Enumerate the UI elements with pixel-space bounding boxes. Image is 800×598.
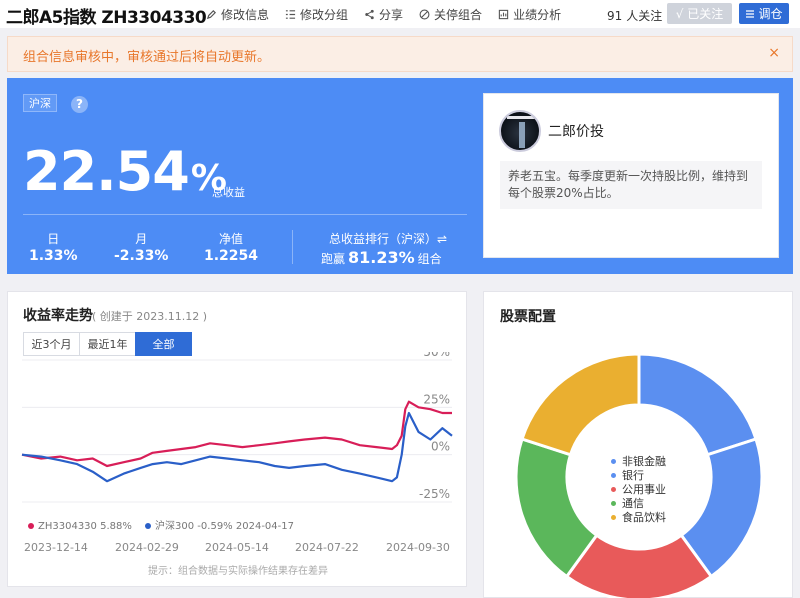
performance-analysis-label: 业绩分析: [513, 8, 562, 22]
portfolio-description: 养老五宝。每季度更新一次持股比例，维持到每个股票20%占比。: [500, 161, 762, 209]
donut-slice[interactable]: [637, 352, 758, 457]
followers-number: 91: [607, 9, 623, 23]
notice-text: 组合信息审核中，审核通过后将自动更新。: [23, 50, 271, 65]
x-axis: 2023-12-14 2024-02-29 2024-05-14 2024-07…: [8, 541, 468, 555]
rebalance-label: 调仓: [758, 7, 783, 21]
header-actions: 修改信息 修改分组 分享 关停组合 业绩分析: [206, 6, 577, 23]
legend-label: 食品饮料: [622, 511, 666, 524]
rank-suffix: 组合: [417, 252, 442, 266]
legend-index: 沪深300 -0.59% 2024-04-17: [143, 521, 294, 532]
y-tick-label: -25%: [419, 487, 450, 501]
review-notice: 组合信息审核中，审核通过后将自动更新。 ×: [7, 36, 793, 72]
monthly-return-value: -2.33%: [114, 248, 169, 264]
allocation-legend: 非银金融 银行 公用事业 通信 食品饮料: [611, 455, 666, 525]
legend-dot: [611, 514, 616, 520]
legend-item: 非银金融: [611, 455, 666, 469]
legend-label: 银行: [622, 469, 644, 482]
portfolio-title: 二郎A5指数 ZH3304330: [6, 8, 207, 28]
edit-info-label: 修改信息: [221, 8, 270, 22]
avatar[interactable]: [499, 110, 541, 152]
market-badge: 沪深: [23, 94, 57, 112]
rebalance-button[interactable]: 调仓: [739, 3, 789, 24]
legend-dot: [611, 458, 616, 464]
legend-dot: [611, 472, 616, 478]
y-tick-label: 50%: [423, 352, 450, 359]
return-rank[interactable]: 总收益排行（沪深）⇌ 跑赢 81.23% 组合: [321, 230, 447, 267]
legend-label: 公用事业: [622, 483, 666, 496]
summary-divider: [23, 214, 467, 215]
close-icon[interactable]: ×: [768, 45, 780, 61]
return-trend-chart[interactable]: 50% 25% 0% -25%: [8, 352, 468, 517]
edit-info-button[interactable]: 修改信息: [206, 6, 269, 23]
followers-count: 91 人关注: [607, 7, 662, 24]
stock-allocation-card: 股票配置 非银金融 银行 公用事业 通信 食品饮料: [483, 291, 793, 598]
monthly-return: 月 -2.33%: [114, 230, 168, 264]
stat-divider: [292, 230, 293, 264]
daily-return: 日 1.33%: [29, 230, 78, 264]
x-tick: 2024-07-22: [295, 541, 359, 554]
performance-analysis-button[interactable]: 业绩分析: [498, 6, 561, 23]
net-value-value: 1.2254: [204, 248, 259, 264]
edit-group-button[interactable]: 修改分组: [285, 6, 348, 23]
created-date: ( 创建于 2023.11.12 ): [92, 310, 208, 323]
edit-group-label: 修改分组: [300, 8, 349, 22]
legend-portfolio: ZH3304330 5.88%: [26, 521, 132, 532]
close-portfolio-button[interactable]: 关停组合: [419, 6, 482, 23]
daily-return-label: 日: [47, 232, 60, 246]
monthly-return-label: 月: [135, 232, 148, 246]
x-tick: 2024-09-30: [386, 541, 450, 554]
rank-prefix: 跑赢: [321, 252, 346, 266]
rank-label: 总收益排行（沪深）⇌: [329, 232, 448, 246]
total-return: 22.54%: [23, 140, 227, 209]
followers-label: 人关注: [626, 9, 663, 23]
legend-dot: [611, 500, 616, 506]
legend-dot: [611, 486, 616, 492]
close-portfolio-label: 关停组合: [434, 8, 483, 22]
rank-value: 81.23%: [348, 248, 415, 267]
rebalance-icon: [746, 9, 755, 18]
share-button[interactable]: 分享: [364, 6, 403, 23]
owner-name[interactable]: 二郎价投: [548, 121, 604, 141]
legend-portfolio-label: ZH3304330 5.88%: [38, 521, 132, 532]
chart-legend: ZH3304330 5.88% 沪深300 -0.59% 2024-04-17: [26, 517, 302, 532]
total-return-label: 总收益: [212, 186, 245, 199]
header-bar: 二郎A5指数 ZH3304330 修改信息 修改分组 分享 关停组合 业绩分析 …: [0, 0, 800, 28]
followed-button[interactable]: √ 已关注: [667, 3, 732, 24]
legend-index-dot: [145, 522, 152, 529]
y-tick-label: 25%: [423, 392, 450, 406]
owner-card: 二郎价投 养老五宝。每季度更新一次持股比例，维持到每个股票20%占比。: [483, 93, 779, 258]
allocation-donut-chart[interactable]: [484, 292, 794, 598]
net-value: 净值 1.2254: [204, 230, 258, 264]
legend-label: 通信: [622, 497, 644, 510]
prohibited-icon: [419, 9, 430, 20]
list-icon: [285, 10, 296, 19]
help-icon[interactable]: ?: [71, 96, 88, 113]
pencil-icon: [206, 9, 217, 20]
daily-return-value: 1.33%: [29, 248, 78, 264]
donut-slice[interactable]: [520, 352, 641, 457]
x-tick: 2024-02-29: [115, 541, 179, 554]
legend-portfolio-dot: [28, 522, 34, 529]
legend-item: 食品饮料: [611, 511, 666, 525]
return-trend-card: 收益率走势 ( 创建于 2023.11.12 ) 近3个月 最近1年 全部 50…: [7, 291, 467, 587]
legend-label: 非银金融: [622, 455, 666, 468]
x-tick: 2023-12-14: [24, 541, 88, 554]
trend-title: 收益率走势: [23, 308, 93, 324]
report-icon: [498, 9, 509, 20]
legend-item: 银行: [611, 469, 666, 483]
y-tick-label: 0%: [431, 440, 450, 454]
net-value-label: 净值: [219, 232, 244, 246]
share-icon: [365, 9, 374, 20]
legend-item: 公用事业: [611, 483, 666, 497]
total-return-value: 22.54: [23, 140, 190, 203]
legend-index-label: 沪深300 -0.59% 2024-04-17: [155, 521, 294, 532]
x-tick: 2024-05-14: [205, 541, 269, 554]
portfolio-return-line: [21, 400, 452, 468]
share-label: 分享: [379, 8, 404, 22]
data-disclaimer: 提示：组合数据与实际操作结果存在差异: [148, 566, 328, 577]
legend-item: 通信: [611, 497, 666, 511]
rank-line: 跑赢 81.23% 组合: [321, 248, 442, 267]
